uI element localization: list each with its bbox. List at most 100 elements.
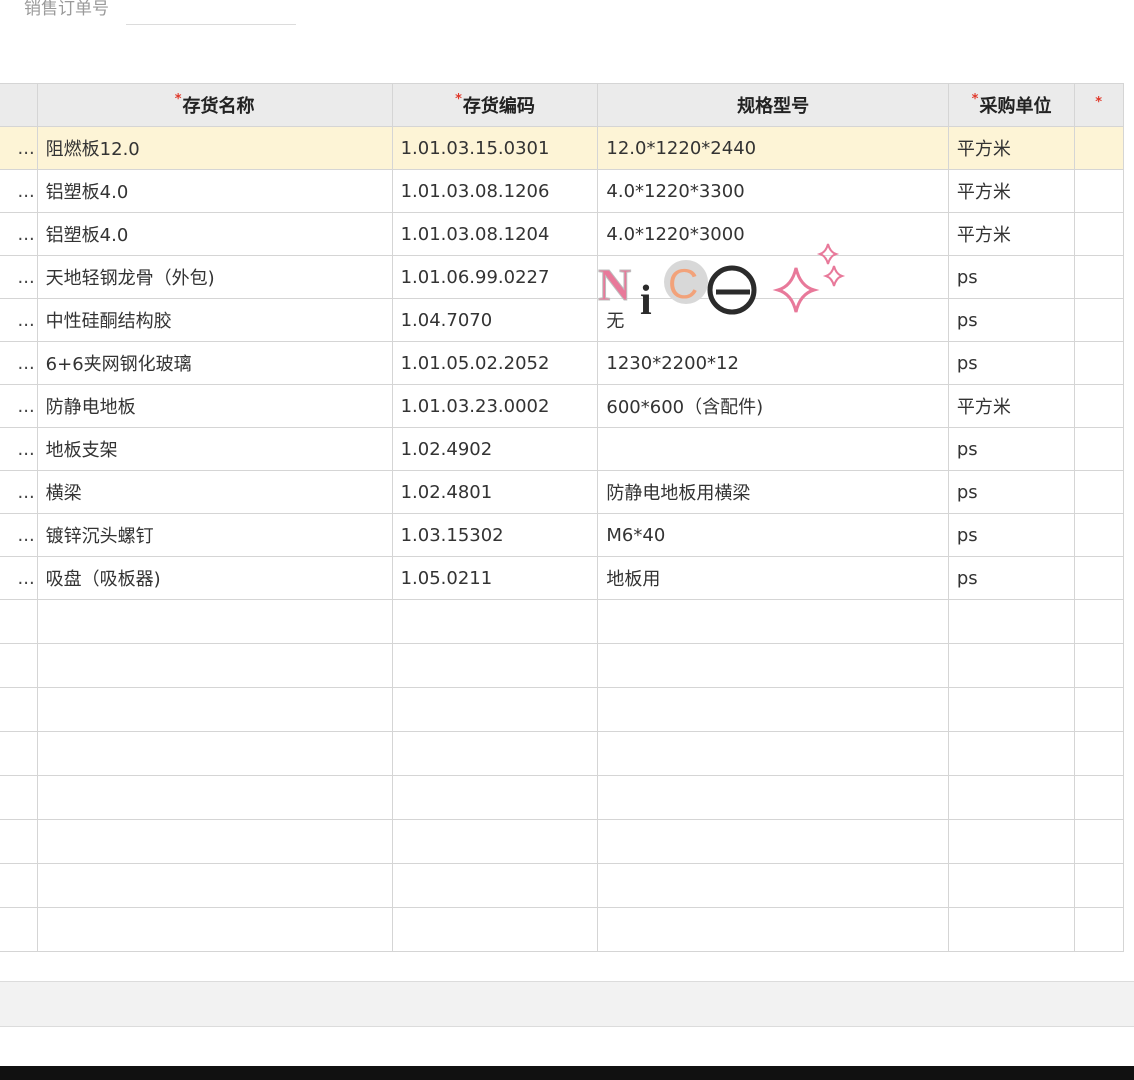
purchase-unit-cell[interactable]: 平方米 [947,169,1076,213]
empty-table-row[interactable] [0,731,1124,776]
next-column-cell[interactable] [1074,341,1124,385]
empty-table-row[interactable] [0,687,1124,732]
inventory-code-cell[interactable]: 1.01.05.02.2052 [391,341,599,385]
empty-cell[interactable] [391,687,599,732]
spec-model-cell[interactable]: 600*600（含配件) [597,384,949,428]
next-column-cell[interactable] [1074,212,1124,256]
table-row[interactable]: ... 横梁 1.02.4801 防静电地板用横梁 ps [0,470,1124,514]
next-column-cell[interactable] [1074,126,1124,170]
row-prefix-cell[interactable]: ... [0,212,38,256]
spec-model-cell[interactable]: 地板用 [597,556,949,600]
inventory-name-cell[interactable]: 铝塑板4.0 [36,212,393,256]
row-prefix-cell[interactable]: ... [0,298,38,342]
purchase-unit-cell[interactable]: ps [947,298,1076,342]
next-column-cell[interactable] [1074,427,1124,471]
empty-cell[interactable] [0,731,38,776]
inventory-name-cell[interactable]: 6+6夹网钢化玻璃 [36,341,393,385]
empty-cell[interactable] [597,643,949,688]
table-row[interactable]: ... 地板支架 1.02.4902 ps [0,427,1124,471]
empty-cell[interactable] [597,863,949,908]
empty-cell[interactable] [36,819,393,864]
empty-cell[interactable] [1074,599,1124,644]
row-prefix-cell[interactable]: ... [0,470,38,514]
empty-cell[interactable] [1074,863,1124,908]
empty-cell[interactable] [0,775,38,820]
empty-cell[interactable] [391,731,599,776]
next-column-cell[interactable] [1074,384,1124,428]
inventory-name-cell[interactable]: 横梁 [36,470,393,514]
inventory-name-cell[interactable]: 防静电地板 [36,384,393,428]
next-column-cell[interactable] [1074,255,1124,299]
empty-cell[interactable] [1074,643,1124,688]
empty-cell[interactable] [947,775,1076,820]
empty-cell[interactable] [947,863,1076,908]
empty-cell[interactable] [391,819,599,864]
header-inventory-code[interactable]: *存货编码 [391,83,599,127]
inventory-code-cell[interactable]: 1.04.7070 [391,298,599,342]
empty-cell[interactable] [0,819,38,864]
empty-cell[interactable] [1074,819,1124,864]
row-prefix-cell[interactable]: ... [0,169,38,213]
next-column-cell[interactable] [1074,298,1124,342]
spec-model-cell[interactable] [597,255,949,299]
purchase-unit-cell[interactable]: ps [947,427,1076,471]
empty-cell[interactable] [36,775,393,820]
empty-cell[interactable] [597,731,949,776]
empty-table-row[interactable] [0,643,1124,688]
inventory-name-cell[interactable]: 中性硅酮结构胶 [36,298,393,342]
empty-cell[interactable] [36,731,393,776]
empty-cell[interactable] [597,687,949,732]
sales-order-input[interactable] [126,0,296,25]
next-column-cell[interactable] [1074,169,1124,213]
empty-cell[interactable] [597,775,949,820]
purchase-unit-cell[interactable]: 平方米 [947,126,1076,170]
spec-model-cell[interactable]: M6*40 [597,513,949,557]
purchase-unit-cell[interactable]: ps [947,470,1076,514]
empty-cell[interactable] [391,775,599,820]
empty-cell[interactable] [947,907,1076,952]
row-prefix-cell[interactable]: ... [0,255,38,299]
inventory-code-cell[interactable]: 1.01.03.15.0301 [391,126,599,170]
empty-cell[interactable] [391,863,599,908]
inventory-code-cell[interactable]: 1.01.03.08.1204 [391,212,599,256]
inventory-code-cell[interactable]: 1.01.06.99.0227 [391,255,599,299]
row-prefix-cell[interactable]: ... [0,126,38,170]
next-column-cell[interactable] [1074,470,1124,514]
empty-cell[interactable] [1074,907,1124,952]
inventory-code-cell[interactable]: 1.01.03.08.1206 [391,169,599,213]
empty-cell[interactable] [947,687,1076,732]
inventory-name-cell[interactable]: 天地轻钢龙骨（外包) [36,255,393,299]
row-prefix-cell[interactable]: ... [0,341,38,385]
purchase-unit-cell[interactable]: 平方米 [947,212,1076,256]
inventory-name-cell[interactable]: 吸盘（吸板器) [36,556,393,600]
spec-model-cell[interactable]: 防静电地板用横梁 [597,470,949,514]
spec-model-cell[interactable]: 4.0*1220*3300 [597,169,949,213]
empty-cell[interactable] [947,819,1076,864]
empty-cell[interactable] [1074,687,1124,732]
spec-model-cell[interactable]: 12.0*1220*2440 [597,126,949,170]
header-purchase-unit[interactable]: *采购单位 [947,83,1076,127]
next-column-cell[interactable] [1074,556,1124,600]
table-row[interactable]: ... 镀锌沉头螺钉 1.03.15302 M6*40 ps [0,513,1124,557]
row-prefix-cell[interactable]: ... [0,427,38,471]
empty-table-row[interactable] [0,775,1124,820]
empty-cell[interactable] [36,863,393,908]
inventory-code-cell[interactable]: 1.05.0211 [391,556,599,600]
header-inventory-name[interactable]: *存货名称 [36,83,393,127]
inventory-code-cell[interactable]: 1.02.4801 [391,470,599,514]
purchase-unit-cell[interactable]: ps [947,341,1076,385]
empty-table-row[interactable] [0,819,1124,864]
spec-model-cell[interactable] [597,427,949,471]
inventory-code-cell[interactable]: 1.02.4902 [391,427,599,471]
empty-cell[interactable] [0,643,38,688]
empty-cell[interactable] [0,599,38,644]
row-prefix-cell[interactable]: ... [0,384,38,428]
empty-cell[interactable] [391,907,599,952]
empty-cell[interactable] [597,819,949,864]
empty-cell[interactable] [0,687,38,732]
empty-cell[interactable] [36,643,393,688]
purchase-unit-cell[interactable]: ps [947,556,1076,600]
empty-table-row[interactable] [0,863,1124,908]
inventory-code-cell[interactable]: 1.03.15302 [391,513,599,557]
table-row[interactable]: ... 吸盘（吸板器) 1.05.0211 地板用 ps [0,556,1124,600]
